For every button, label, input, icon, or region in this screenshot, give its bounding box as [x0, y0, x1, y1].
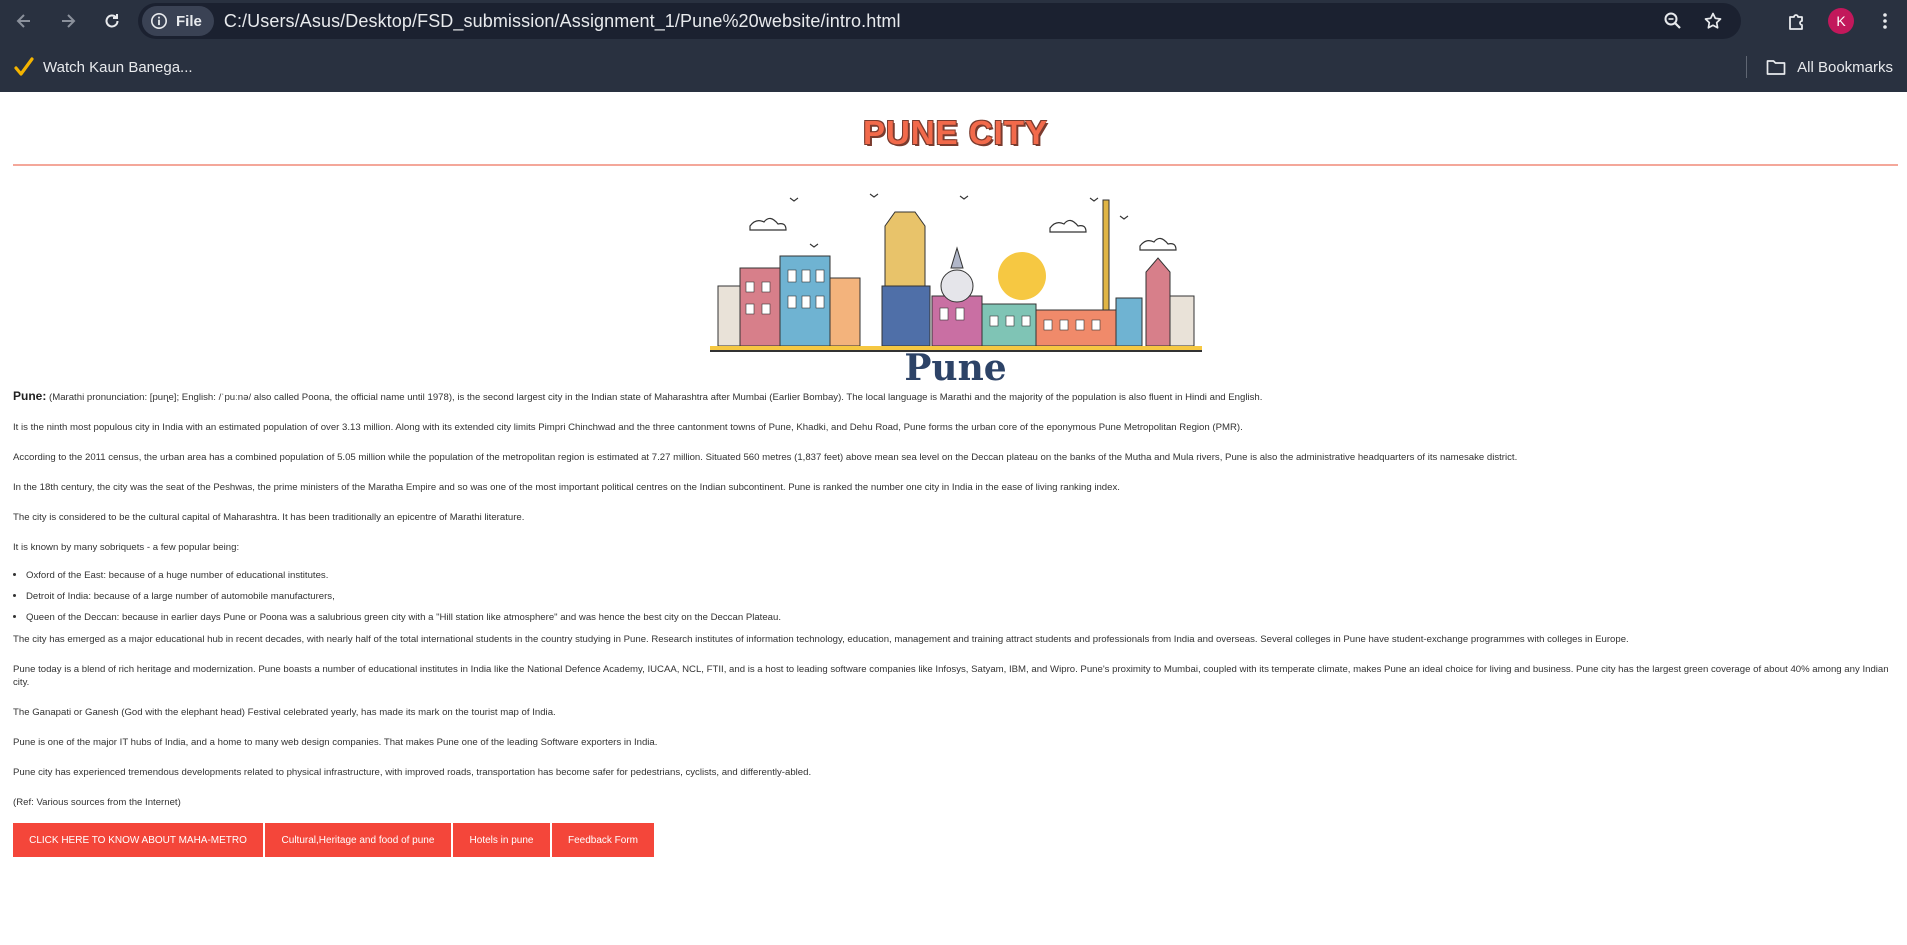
- check-icon: [14, 57, 34, 76]
- kebab-menu-icon: [1883, 13, 1887, 29]
- intro-lead: Pune:: [13, 389, 47, 403]
- reference-note: (Ref: Various sources from the Internet): [13, 797, 181, 808]
- browser-chrome: File C:/Users/Asus/Desktop/FSD_submissio…: [0, 0, 1907, 92]
- folder-icon: [1766, 60, 1786, 75]
- intro-paragraph: Pune: (Marathi pronunciation: [puɳe]; En…: [13, 390, 1898, 404]
- paragraph: Pune today is a blend of rich heritage a…: [13, 664, 1889, 688]
- paragraph: The city has emerged as a major educatio…: [13, 634, 1629, 645]
- all-bookmarks-button[interactable]: All Bookmarks: [1765, 51, 1893, 83]
- paragraph: Pune city has experienced tremendous dev…: [13, 767, 812, 778]
- title-divider: [13, 164, 1898, 166]
- star-icon: [1704, 12, 1722, 29]
- puzzle-icon: [1789, 14, 1803, 30]
- paragraph: Pune is one of the major IT hubs of Indi…: [13, 737, 658, 748]
- sobriquet-list: Oxford of the East: because of a huge nu…: [13, 569, 1898, 624]
- back-button[interactable]: [4, 1, 44, 41]
- reload-icon: [105, 14, 119, 28]
- feedback-form-button[interactable]: Feedback Form: [552, 823, 654, 857]
- site-chip-label: File: [176, 12, 202, 30]
- avatar: K: [1828, 8, 1854, 34]
- browser-toolbar: File C:/Users/Asus/Desktop/FSD_submissio…: [0, 0, 1907, 42]
- all-bookmarks-label: All Bookmarks: [1797, 58, 1893, 76]
- culture-heritage-food-button[interactable]: Cultural,Heritage and food of pune: [265, 823, 451, 857]
- arrow-right-icon: [62, 14, 76, 28]
- bookmarks-divider: [1746, 56, 1747, 78]
- page-title: PUNE CITY: [862, 114, 1049, 151]
- paragraph: In the 18th century, the city was the se…: [13, 482, 1120, 493]
- profile-button[interactable]: K: [1819, 0, 1863, 42]
- extensions-button[interactable]: [1775, 0, 1819, 42]
- hotels-button[interactable]: Hotels in pune: [453, 823, 550, 857]
- bookmark-star-button[interactable]: [1693, 3, 1733, 39]
- paragraph: It is the ninth most populous city in In…: [13, 422, 1243, 433]
- zoom-icon: [1664, 12, 1681, 29]
- arrow-left-icon: [16, 14, 30, 28]
- bookmark-item[interactable]: Watch Kaun Banega...: [14, 51, 193, 83]
- maha-metro-button[interactable]: CLICK HERE TO KNOW ABOUT MAHA-METRO: [13, 823, 263, 857]
- url-text[interactable]: C:/Users/Asus/Desktop/FSD_submission/Ass…: [224, 11, 901, 32]
- intro-text: (Marathi pronunciation: [puɳe]; English:…: [46, 392, 1263, 403]
- reload-button[interactable]: [92, 1, 132, 41]
- paragraph: The Ganapati or Ganesh (God with the ele…: [13, 707, 556, 718]
- info-icon: [150, 12, 168, 30]
- paragraph: The city is considered to be the cultura…: [13, 512, 525, 523]
- address-bar[interactable]: File C:/Users/Asus/Desktop/FSD_submissio…: [138, 3, 1741, 39]
- site-info-chip[interactable]: File: [142, 6, 214, 36]
- paragraph: According to the 2011 census, the urban …: [13, 452, 1518, 463]
- bookmarks-bar: Watch Kaun Banega... All Bookmarks: [0, 42, 1907, 92]
- hero-image: [13, 186, 1898, 354]
- bookmark-label: Watch Kaun Banega...: [43, 58, 193, 76]
- pune-skyline-illustration: [709, 193, 1202, 352]
- page-content: PUNE CITY Pune Pune: (Marathi pronunciat…: [0, 114, 1907, 945]
- hero-caption: Pune: [904, 347, 1007, 389]
- menu-button[interactable]: [1863, 0, 1907, 42]
- nav-button-row: CLICK HERE TO KNOW ABOUT MAHA-METRO Cult…: [13, 823, 1898, 857]
- list-item: Detroit of India: because of a large num…: [26, 590, 1898, 603]
- list-item: Oxford of the East: because of a huge nu…: [26, 569, 1898, 582]
- list-item: Queen of the Deccan: because in earlier …: [26, 611, 1898, 624]
- zoom-button[interactable]: [1653, 3, 1693, 39]
- paragraph: It is known by many sobriquets - a few p…: [13, 542, 240, 553]
- forward-button[interactable]: [48, 1, 88, 41]
